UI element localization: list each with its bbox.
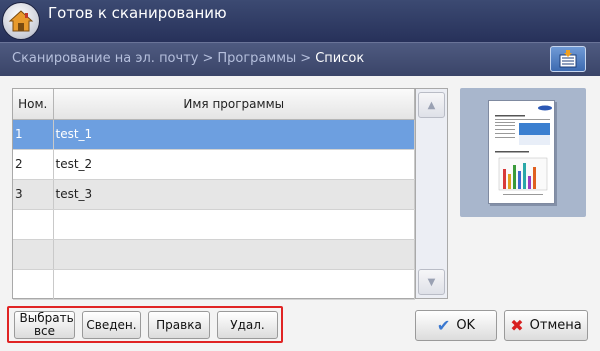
table-row[interactable] [13, 269, 415, 300]
home-icon [8, 10, 34, 32]
breadcrumb-item-programs[interactable]: Программы [217, 51, 296, 66]
row-number [13, 239, 54, 270]
row-program-name [53, 239, 415, 270]
row-number: 2 [13, 149, 54, 180]
close-x-icon: ✖ [510, 316, 524, 335]
breadcrumb-item-scan-to-email[interactable]: Сканирование на эл. почту [12, 51, 198, 66]
table-row[interactable] [13, 209, 415, 240]
row-number: 3 [13, 179, 54, 210]
breadcrumb-separator: > [300, 51, 312, 66]
program-list-table: Ном. Имя программы 1 test_1 2 test_2 3 t… [12, 88, 416, 300]
top-status-bar: Готов к сканированию [0, 0, 600, 42]
table-header-row: Ном. Имя программы [13, 89, 415, 120]
table-scrollbar[interactable]: ▲ ▼ [416, 88, 448, 299]
row-program-name: test_3 [53, 179, 415, 210]
scroll-down-button[interactable]: ▼ [418, 269, 445, 295]
table-row[interactable]: 2 test_2 [13, 149, 415, 180]
row-number [13, 209, 54, 240]
details-label: Сведен. [86, 317, 137, 332]
table-row[interactable]: 1 test_1 [13, 119, 415, 150]
delete-button[interactable]: Удал. [217, 311, 278, 339]
table-row[interactable] [13, 239, 415, 270]
cancel-label: Отмена [529, 318, 582, 333]
select-all-label: Выбрать все [19, 311, 74, 338]
preview-page-thumbnail [488, 100, 555, 204]
breadcrumb-bar: Сканирование на эл. почту > Программы > Спис… [0, 42, 600, 76]
row-program-name [53, 269, 415, 300]
row-program-name [53, 209, 415, 240]
breadcrumb-separator: > [202, 51, 214, 66]
row-program-name: test_2 [53, 149, 415, 180]
delete-label: Удал. [230, 317, 265, 332]
row-number: 1 [13, 119, 54, 150]
list-settings-icon [559, 50, 577, 68]
status-title: Готов к сканированию [48, 4, 227, 22]
scroll-up-button[interactable]: ▲ [418, 92, 445, 118]
scroll-down-icon: ▼ [427, 276, 436, 288]
ok-label: OK [456, 318, 476, 333]
row-number [13, 269, 54, 300]
breadcrumb-current: Список [315, 51, 365, 66]
list-settings-button[interactable] [550, 46, 586, 72]
edit-label: Правка [156, 317, 202, 332]
home-button[interactable] [2, 2, 40, 40]
table-row[interactable]: 3 test_3 [13, 179, 415, 210]
edit-button[interactable]: Правка [148, 311, 210, 339]
ok-button[interactable]: ✔ OK [415, 310, 497, 341]
scroll-up-icon: ▲ [427, 99, 436, 111]
details-button[interactable]: Сведен. [82, 311, 141, 339]
cancel-button[interactable]: ✖ Отмена [504, 310, 588, 341]
document-preview [460, 88, 586, 217]
row-program-name: test_1 [53, 119, 415, 150]
select-all-button[interactable]: Выбрать все [14, 311, 75, 339]
column-header-program-name[interactable]: Имя программы [53, 89, 415, 120]
preview-document-image [495, 105, 552, 195]
column-header-number[interactable]: Ном. [13, 89, 54, 120]
checkmark-icon: ✔ [436, 316, 451, 335]
breadcrumb: Сканирование на эл. почту > Программы > Спис… [12, 51, 364, 66]
